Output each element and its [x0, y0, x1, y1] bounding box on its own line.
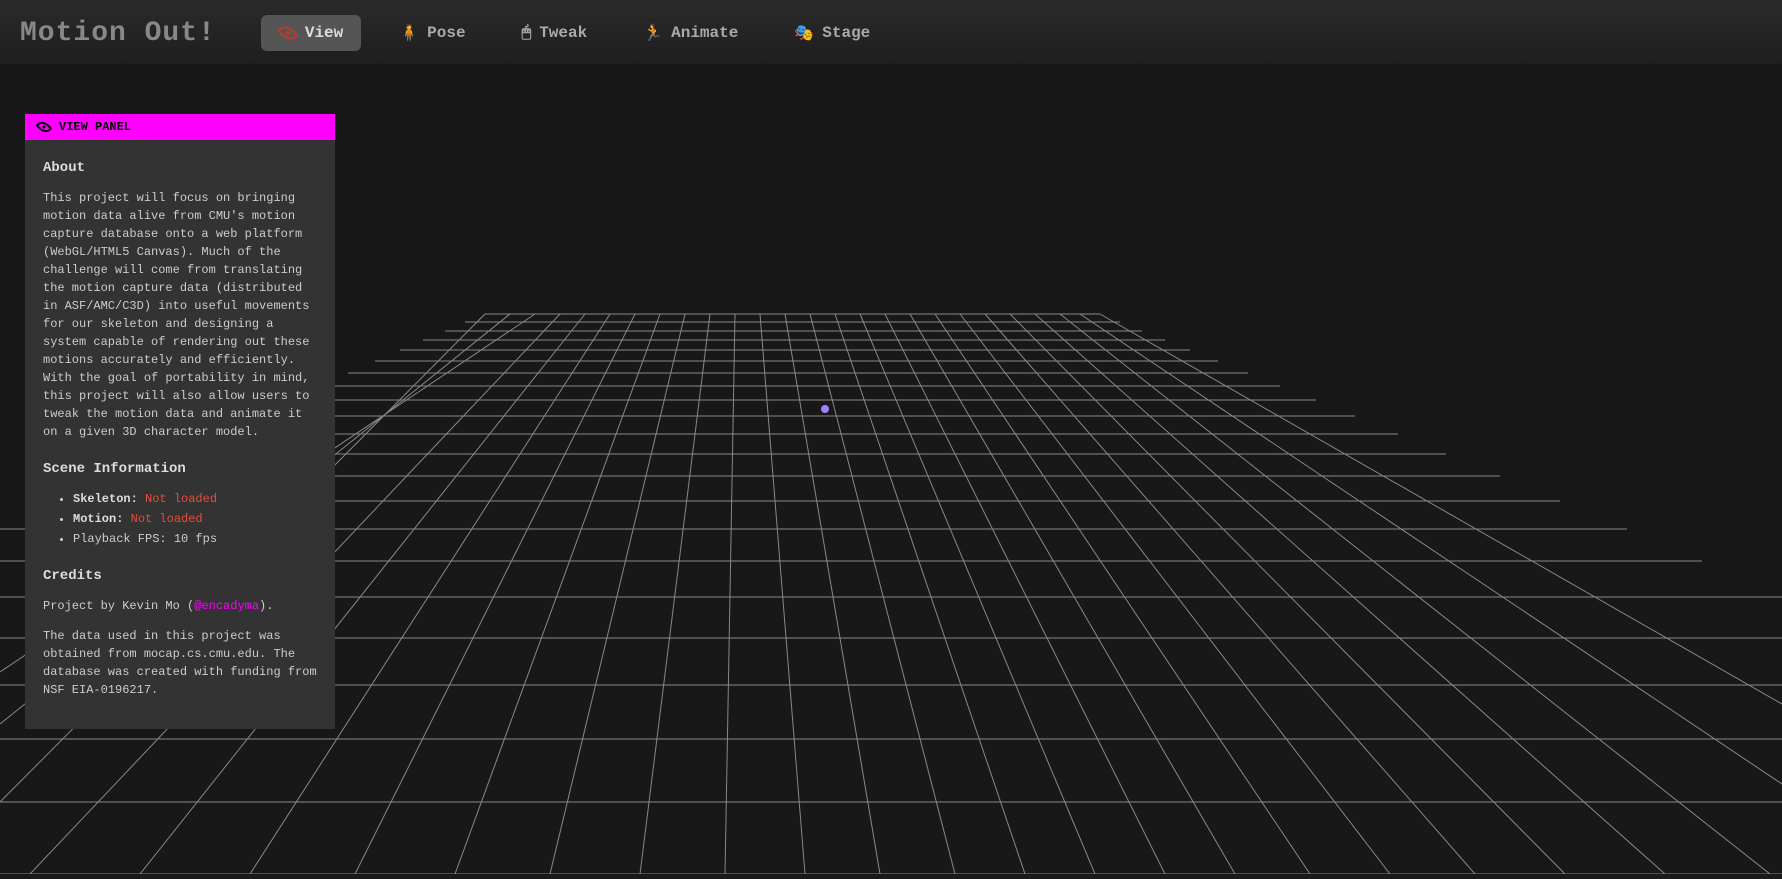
running-icon: 🏃 [643, 23, 663, 43]
app-header: Motion Out! View 🧍 Pose 🖱 Tweak 🏃 Animat… [0, 0, 1782, 67]
motion-label: Motion: [73, 512, 123, 526]
pose-icon: 🧍 [399, 23, 419, 43]
tab-tweak-label: Tweak [539, 24, 587, 42]
eye-icon-small [36, 119, 53, 136]
view-panel: VIEW PANEL About This project will focus… [25, 114, 335, 729]
skeleton-value: Not loaded [145, 492, 217, 506]
origin-marker [821, 405, 829, 413]
scene-heading: Scene Information [43, 459, 317, 480]
tab-view-label: View [305, 24, 343, 42]
scene-info-list: Skeleton: Not loaded Motion: Not loaded … [43, 490, 317, 548]
credits-heading: Credits [43, 566, 317, 587]
tab-stage-label: Stage [822, 24, 870, 42]
credits-data: The data used in this project was obtain… [43, 627, 317, 699]
about-text: This project will focus on bringing moti… [43, 189, 317, 441]
theater-icon: 🎭 [794, 23, 814, 43]
eye-icon [277, 22, 298, 43]
tab-animate-label: Animate [671, 24, 738, 42]
panel-content: About This project will focus on bringin… [25, 140, 335, 729]
tab-view[interactable]: View [261, 15, 361, 51]
fps-label: Playback FPS: [73, 532, 167, 546]
panel-title: VIEW PANEL [59, 120, 131, 134]
author-link[interactable]: @encadyma [194, 599, 259, 613]
fps-value: 10 fps [174, 532, 217, 546]
app-title: Motion Out! [20, 18, 216, 49]
motion-value: Not loaded [131, 512, 203, 526]
fps-item: Playback FPS: 10 fps [73, 530, 317, 548]
tab-pose-label: Pose [427, 24, 465, 42]
nav-tabs: View 🧍 Pose 🖱 Tweak 🏃 Animate 🎭 Stage [261, 15, 888, 51]
skeleton-item: Skeleton: Not loaded [73, 490, 317, 508]
tab-pose[interactable]: 🧍 Pose [381, 15, 483, 51]
credits-author: Project by Kevin Mo (@encadyma). [43, 597, 317, 615]
tab-tweak[interactable]: 🖱 Tweak [504, 15, 606, 51]
skeleton-label: Skeleton: [73, 492, 138, 506]
tab-animate[interactable]: 🏃 Animate [625, 15, 756, 51]
panel-header: VIEW PANEL [25, 114, 335, 140]
motion-item: Motion: Not loaded [73, 510, 317, 528]
mouse-icon: 🖱 [522, 24, 532, 42]
tab-stage[interactable]: 🎭 Stage [776, 15, 888, 51]
about-heading: About [43, 158, 317, 179]
